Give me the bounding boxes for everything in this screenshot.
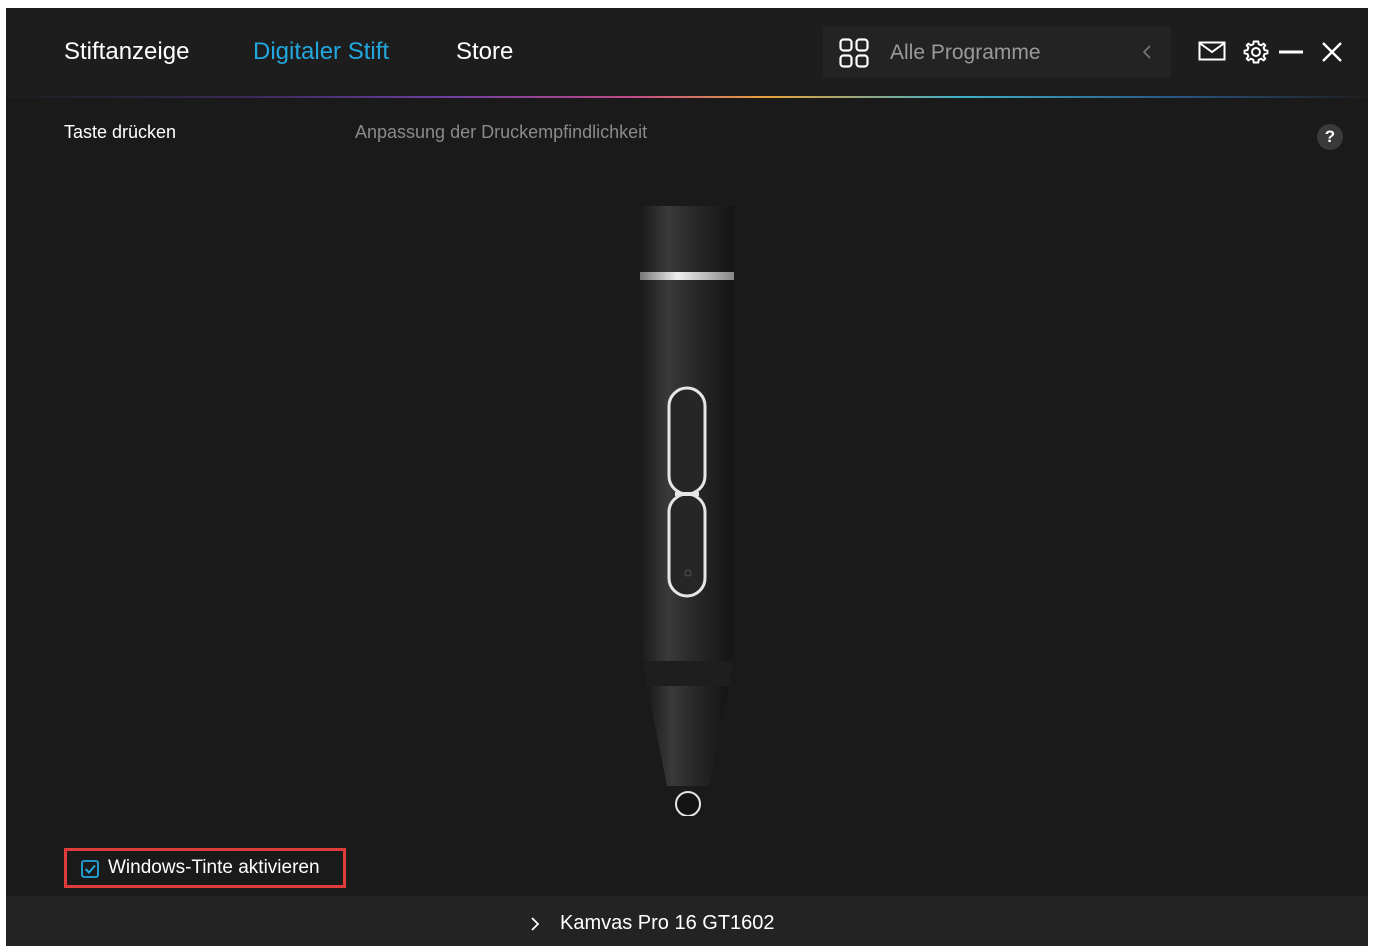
- windows-ink-checkbox[interactable]: [81, 860, 99, 878]
- windows-ink-label[interactable]: Windows-Tinte aktivieren: [108, 857, 320, 879]
- pen-illustration: [640, 206, 734, 816]
- app-window: Stiftanzeige Digitaler Stift Store Alle …: [6, 8, 1368, 946]
- tab-digitaler-stift[interactable]: Digitaler Stift: [253, 38, 389, 66]
- chevron-left-icon: [1142, 45, 1151, 59]
- help-button[interactable]: ?: [1317, 124, 1343, 150]
- windows-ink-highlight: Windows-Tinte aktivieren: [64, 848, 346, 888]
- title-bar: Stiftanzeige Digitaler Stift Store Alle …: [6, 8, 1368, 96]
- app-select-dropdown[interactable]: Alle Programme: [823, 26, 1171, 78]
- grid-icon: [839, 38, 869, 68]
- tab-stiftanzeige[interactable]: Stiftanzeige: [64, 38, 189, 66]
- subtab-taste-druecken[interactable]: Taste drücken: [64, 122, 176, 143]
- chevron-right-icon: [531, 917, 540, 931]
- app-select-label: Alle Programme: [890, 41, 1041, 64]
- mail-icon[interactable]: [1198, 41, 1226, 61]
- gear-icon[interactable]: [1243, 39, 1269, 65]
- footer-bar: Kamvas Pro 16 GT1602: [6, 896, 1368, 946]
- device-name: Kamvas Pro 16 GT1602: [560, 912, 775, 934]
- minimize-icon[interactable]: [1279, 50, 1303, 54]
- title-divider: [6, 96, 1368, 98]
- close-icon[interactable]: [1321, 41, 1343, 63]
- tab-store[interactable]: Store: [456, 38, 513, 66]
- subtab-druckempfindlichkeit[interactable]: Anpassung der Druckempfindlichkeit: [355, 122, 647, 143]
